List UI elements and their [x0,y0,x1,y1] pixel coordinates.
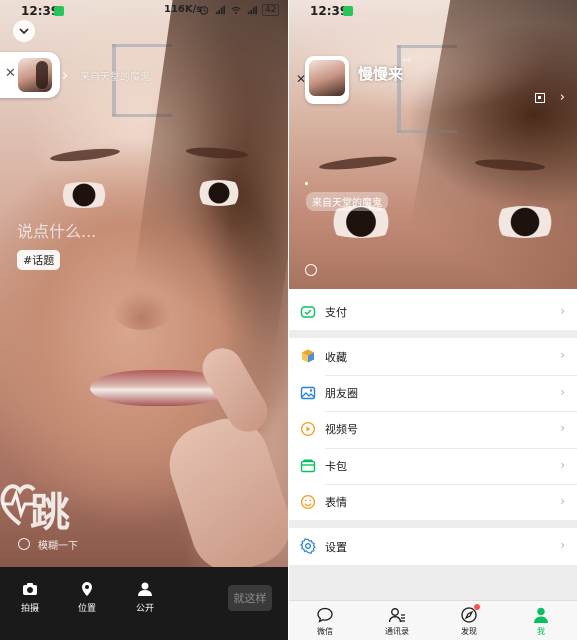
tab-label: 发现 [461,627,477,636]
chevron-right-icon: › [560,304,565,318]
location-label: 位置 [77,604,96,614]
chevron-right-icon: › [560,493,565,508]
favorites-cube-icon [302,349,314,363]
signal-icon [215,5,225,15]
menu-label: 朋友圈 [325,386,358,400]
shoot-button[interactable]: 拍摄 [10,581,50,614]
pay-icon [300,306,316,318]
contacts-icon [388,608,405,623]
blur-toggle[interactable] [18,538,30,550]
status-dot [305,182,308,185]
menu-label: 卡包 [325,459,347,473]
chat-bubble-icon [317,607,333,623]
menu-item-settings[interactable]: 设置 › [289,528,577,564]
menu-label: 设置 [325,540,347,554]
alarm-icon [199,6,209,15]
me-tab-pane: 12:39 ✕ 慢慢来 °° › 来自天堂的魔鬼 支付 › 收藏 › 朋友圈 ›… [289,0,577,640]
menu-group-settings: 设置 › [289,528,577,565]
tab-label: 通讯录 [385,627,409,636]
avatar [309,60,345,96]
visibility-button[interactable]: 公开 [125,581,165,614]
me-menu: 支付 › 收藏 › 朋友圈 › 视频号 › 卡包 › 表情 › 设置 › [289,289,577,565]
chevron-right-icon: › [560,457,565,472]
chevron-right-icon[interactable]: › [62,66,68,84]
tab-me[interactable]: 我 [505,601,577,640]
profile-header: 12:39 ✕ 慢慢来 °° › 来自天堂的魔鬼 [289,0,577,289]
avatar-button[interactable] [305,56,349,104]
menu-item-moments[interactable]: 朋友圈 › [289,374,577,411]
bottom-tab-bar: 微信 通讯录 发现 我 [289,600,577,640]
topic-chip[interactable]: #话题 [17,250,61,270]
status-editor-pane: 12:39 116K/s 42 ✕ › 来自天堂的魔鬼 说点什么... #话题 … [0,0,288,640]
chevron-right-icon[interactable]: › [560,90,565,105]
menu-group-main: 收藏 › 朋友圈 › 视频号 › 卡包 › 表情 › [289,338,577,521]
close-icon[interactable]: ✕ [5,66,16,81]
collapse-button[interactable] [13,20,35,42]
menu-group-pay: 支付 › [289,294,577,331]
avatar [18,58,52,92]
location-button[interactable]: 位置 [67,581,107,614]
profile-name: 慢慢来 [358,65,404,83]
done-button[interactable]: 就这样 [228,585,272,611]
status-chip[interactable]: 来自天堂的魔鬼 [306,192,388,211]
tab-discover[interactable]: 发现 [433,601,505,640]
status-text: 来自天堂的魔鬼 [80,72,150,83]
card-wallet-icon [300,459,316,472]
status-text-input[interactable]: 说点什么... [17,218,96,242]
me-person-icon [534,607,548,623]
wechat-notification-icon [54,6,64,16]
location-pin-icon [82,582,92,596]
chevron-right-icon: › [560,384,565,399]
visibility-label: 公开 [135,604,154,614]
menu-item-pay[interactable]: 支付 › [289,294,577,330]
chevron-down-icon [19,27,29,34]
menu-label: 视频号 [325,423,358,437]
camera-icon [23,583,37,595]
network-speed: 116K/s [164,4,203,15]
profile-mini-card[interactable]: ✕ [0,52,60,98]
discover-badge [474,604,480,610]
tab-label: 微信 [317,627,333,636]
chevron-right-icon: › [560,421,565,436]
wechat-notification-icon-right [343,6,353,16]
menu-label: 支付 [325,306,347,320]
battery-indicator: 42 [262,4,280,16]
channels-play-icon [300,422,316,437]
shoot-label: 拍摄 [20,604,39,614]
editor-bottom-bar: 拍摄 位置 公开 就这样 [0,567,288,640]
signal-icon-2 [247,5,257,15]
person-icon [138,582,152,596]
qr-code-icon[interactable] [535,93,545,103]
moments-photo-icon [300,386,316,399]
menu-label: 收藏 [325,350,347,364]
tab-contacts[interactable]: 通讯录 [361,601,433,640]
status-icons: 42 [198,4,280,16]
menu-item-stickers[interactable]: 表情 › [289,483,577,520]
wifi-icon [231,6,241,14]
status-title: 跳 [30,490,72,536]
menu-label: 表情 [325,496,347,510]
tab-label: 我 [537,627,545,636]
chevron-right-icon: › [560,348,565,363]
emoji-smile-icon [300,494,316,509]
menu-item-card-wallet[interactable]: 卡包 › [289,447,577,484]
menu-item-channels[interactable]: 视频号 › [289,411,577,447]
menu-item-favorites[interactable]: 收藏 › [289,338,577,374]
sparkle-icon: °° [402,58,411,68]
settings-gear-icon [300,538,316,555]
blur-label: 模糊一下 [38,541,78,552]
add-status-icon[interactable] [305,264,317,276]
tab-chats[interactable]: 微信 [289,601,361,640]
chevron-right-icon: › [560,538,565,553]
